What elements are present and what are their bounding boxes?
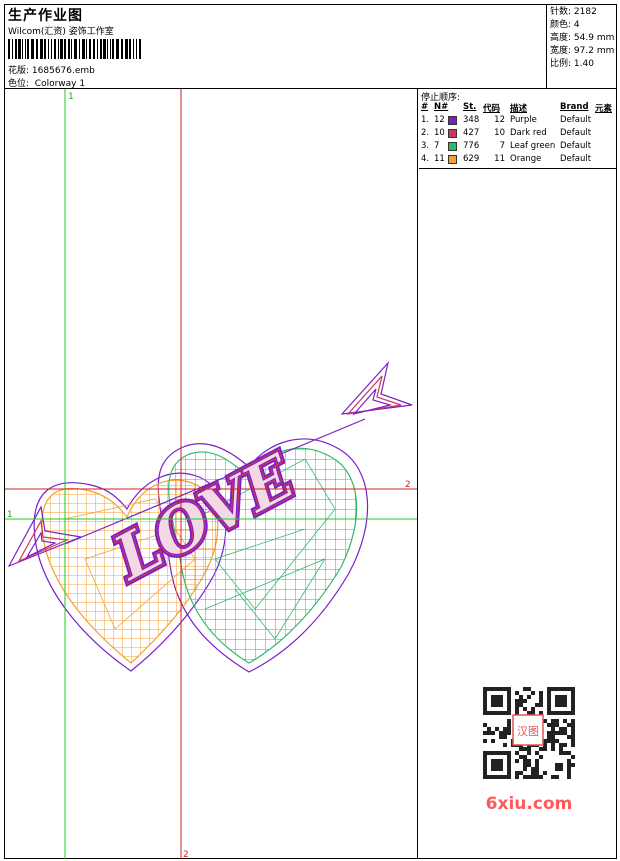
row-code: 12 bbox=[494, 115, 505, 125]
stat-colors: 颜色: 4 bbox=[550, 20, 580, 30]
row-code: 7 bbox=[499, 141, 505, 151]
header: 生产作业图 Wilcom(汇资) 姿饰工作室 花版: 1685676.emb 色… bbox=[5, 5, 616, 89]
row-needle: 10 bbox=[434, 128, 445, 138]
col-needle: N# bbox=[434, 102, 449, 112]
row-brand: Default bbox=[560, 141, 592, 151]
row-stitches: 629 bbox=[463, 154, 480, 164]
col-stitches: St. bbox=[463, 102, 477, 112]
production-sheet: 生产作业图 Wilcom(汇资) 姿饰工作室 花版: 1685676.emb 色… bbox=[4, 4, 617, 859]
guide-label-h2: 2 bbox=[405, 480, 411, 490]
row-needle: 12 bbox=[434, 115, 445, 125]
row-brand: Default bbox=[560, 128, 592, 138]
color-swatch-icon bbox=[448, 116, 457, 125]
row-needle: 7 bbox=[434, 141, 440, 151]
row-stitches: 427 bbox=[463, 128, 480, 138]
design-stats: 针数: 2182 颜色: 4 高度: 54.9 mm 宽度: 97.2 mm 比… bbox=[550, 6, 614, 71]
row-desc: Orange bbox=[510, 154, 542, 164]
stat-width: 宽度: 97.2 mm bbox=[550, 46, 615, 56]
arrow-head-right bbox=[340, 360, 413, 416]
color-swatch-icon bbox=[448, 155, 457, 164]
row-stitches: 348 bbox=[463, 115, 480, 125]
stop-order-header: # N# St. 代码 描述 Brand 元素 bbox=[419, 102, 616, 114]
seal-text: 汉图 bbox=[517, 725, 539, 738]
row-desc: Dark red bbox=[510, 128, 547, 138]
col-brand: Brand bbox=[560, 102, 589, 112]
col-code: 代码 bbox=[483, 104, 501, 114]
row-code: 10 bbox=[494, 128, 505, 138]
header-info: 生产作业图 Wilcom(汇资) 姿饰工作室 花版: 1685676.emb 色… bbox=[5, 5, 547, 89]
embroidery-preview: LOVE LOVE LOVE 1 1 2 2 bbox=[5, 89, 417, 859]
qr-code-watermark: 汉图 6xiu.com bbox=[471, 681, 588, 817]
row-index: 1. bbox=[421, 115, 430, 125]
watermark-site: 6xiu.com bbox=[486, 794, 573, 814]
page-title: 生产作业图 bbox=[8, 8, 83, 24]
row-desc: Purple bbox=[510, 115, 537, 125]
row-needle: 11 bbox=[434, 154, 445, 164]
col-desc: 描述 bbox=[510, 104, 528, 114]
guide-label-v1: 1 bbox=[68, 92, 74, 102]
guide-label-h1: 1 bbox=[7, 510, 13, 520]
row-code: 11 bbox=[494, 154, 505, 164]
colorway: 色位: Colorway 1 bbox=[8, 79, 86, 89]
stop-order-row: 2. 10 427 10 Dark red Default bbox=[419, 128, 616, 141]
row-stitches: 776 bbox=[463, 141, 480, 151]
row-desc: Leaf green bbox=[510, 141, 556, 151]
row-index: 4. bbox=[421, 154, 430, 164]
barcode-icon bbox=[8, 39, 141, 59]
stat-height: 高度: 54.9 mm bbox=[550, 33, 615, 43]
guide-label-v2: 2 bbox=[183, 850, 189, 859]
stop-order-panel: 停止顺序: # N# St. 代码 描述 Brand 元素 1. 12 348 12 P… bbox=[419, 89, 616, 169]
row-index: 2. bbox=[421, 128, 430, 138]
design-canvas[interactable]: LOVE LOVE LOVE 1 1 2 2 bbox=[5, 89, 418, 859]
color-swatch-icon bbox=[448, 142, 457, 151]
row-brand: Default bbox=[560, 115, 592, 125]
stop-order-row: 4. 11 629 11 Orange Default bbox=[419, 154, 616, 167]
stat-stitches: 针数: 2182 bbox=[550, 7, 597, 17]
stop-order-row: 3. 7 776 7 Leaf green Default bbox=[419, 141, 616, 154]
col-element: 元素 bbox=[595, 104, 613, 114]
row-brand: Default bbox=[560, 154, 592, 164]
company-name: Wilcom(汇资) 姿饰工作室 bbox=[8, 27, 114, 37]
row-index: 3. bbox=[421, 141, 430, 151]
design-file: 花版: 1685676.emb bbox=[8, 66, 95, 76]
col-index: # bbox=[421, 102, 429, 112]
stop-order-row: 1. 12 348 12 Purple Default bbox=[419, 115, 616, 128]
stat-scale: 比例: 1.40 bbox=[550, 59, 594, 69]
color-swatch-icon bbox=[448, 129, 457, 138]
